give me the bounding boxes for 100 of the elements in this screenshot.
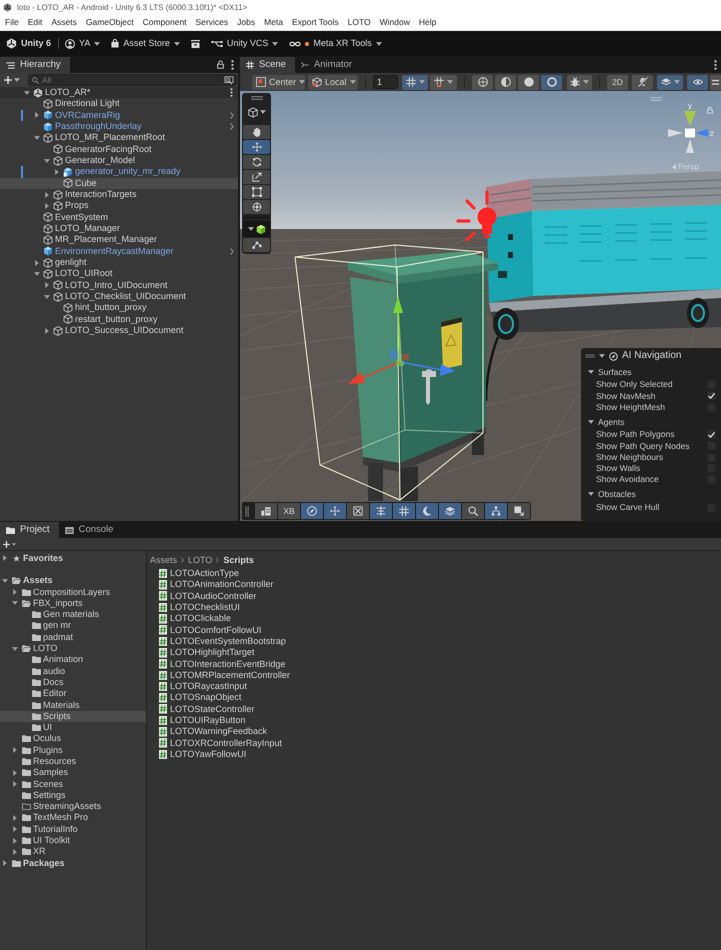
kebab-icon[interactable] [231,60,234,70]
breadcrumb-item[interactable]: LOTO [188,556,212,564]
folder-item[interactable]: Settings [0,790,146,802]
script-file[interactable]: LOTOAnimationController [159,579,274,591]
hierarchy-item[interactable]: InteractionTargets [0,188,238,200]
component-tools-dropdown[interactable] [243,221,270,237]
folder-item[interactable]: UI Toolkit [0,834,146,846]
menu-item[interactable]: Window [380,18,410,27]
hierarchy-item[interactable]: MR_Placement_Manager [0,234,238,246]
script-file[interactable]: LOTOStateController [159,704,254,715]
visibility-toggle-button[interactable] [687,74,708,90]
script-file[interactable]: LOTOInteractionEventBridge [159,658,286,670]
menu-item[interactable]: Assets [51,18,77,27]
script-file[interactable]: LOTOSnapObject [159,692,242,704]
drag-handle-icon[interactable] [245,506,249,516]
rect-tool-button[interactable] [243,185,270,199]
folder-item[interactable]: gen mr [0,620,146,632]
account-dropdown[interactable]: YA [65,34,100,52]
hierarchy-item[interactable]: LOTO_UIRoot [0,268,238,280]
folder-item[interactable]: Editor [0,688,146,700]
overlay-tool-button[interactable] [324,503,346,519]
caret-right-icon[interactable] [45,202,49,209]
caret-down-icon[interactable] [34,272,40,276]
folder-item[interactable]: Scripts [0,710,146,722]
overlay-tool-button[interactable] [255,503,277,519]
script-file[interactable]: LOTOUIRayButton [159,714,246,726]
script-file[interactable]: LOTOMRPlacementController [159,670,290,681]
menu-item[interactable]: Component [142,18,187,27]
script-file[interactable]: LOTOEventSystemBootstrap [159,636,286,648]
folder-item[interactable]: Plugins [0,744,146,756]
hierarchy-item[interactable]: OVRCameraRig [0,110,238,121]
move-gizmo[interactable] [348,296,455,384]
breadcrumb-item[interactable]: Scripts [223,556,254,564]
caret-down-icon[interactable] [44,158,50,163]
hierarchy-item[interactable]: Cube [0,178,238,189]
effects-dropdown[interactable] [657,74,683,90]
section-foldout[interactable]: Obstacles [585,487,717,502]
add-button[interactable] [4,76,20,84]
caret-right-icon[interactable] [35,112,39,118]
pivot-dropdown[interactable]: Center [252,74,305,90]
checkbox[interactable] [707,430,716,440]
product-button[interactable]: Unity 6 [6,34,52,52]
grid-snap-button[interactable] [402,74,428,90]
folder-item[interactable]: Packages [0,858,146,869]
drag-handle-icon[interactable] [650,97,662,101]
caret-down-icon[interactable] [2,578,8,583]
hierarchy-item[interactable]: GeneratorFacingRoot [0,144,238,155]
caret-right-icon[interactable] [45,328,49,334]
folder-item[interactable]: Gen materials [0,608,146,620]
space-dropdown[interactable]: Local [308,74,358,90]
menu-item[interactable]: Help [418,18,436,27]
hierarchy-item[interactable]: PassthroughUnderlay [0,120,238,132]
folder-item[interactable]: Oculus [0,733,146,745]
path-tool-button[interactable] [243,238,270,252]
hand-tool-button[interactable] [243,125,270,139]
overlay-tool-button[interactable] [393,503,415,519]
caret-down-icon[interactable] [599,354,605,358]
xr-tools-dropdown[interactable]: Meta XR Tools [289,34,382,52]
overlay-tool-button[interactable] [439,503,461,519]
overlay-tool-button[interactable] [462,503,484,519]
caret-right-icon[interactable] [3,555,7,562]
hierarchy-item[interactable]: LOTO_MR_PlacementRoot [0,132,238,144]
caret-right-icon[interactable] [35,260,39,266]
section-foldout[interactable]: Surfaces [585,365,717,379]
script-file[interactable]: LOTOClickable [159,613,231,624]
script-file[interactable]: LOTOXRControllerRayInput [159,737,282,749]
2d-toggle-button[interactable]: 2D [607,74,628,90]
folder-item[interactable]: Assets [0,575,146,586]
menu-item[interactable]: Services [196,18,228,27]
script-file[interactable]: LOTOActionType [159,568,239,580]
script-file[interactable]: LOTOChecklistUI [159,602,240,614]
overlay-tool-button[interactable] [370,503,392,519]
folder-item[interactable]: TextMesh Pro [0,812,146,824]
overlay-tool-button[interactable] [301,503,323,519]
menu-item[interactable]: LOTO [348,18,371,27]
folder-item[interactable]: TutorialInfo [0,824,146,835]
folder-item[interactable]: Animation [0,654,146,666]
gizmos-dropdown[interactable] [567,74,592,90]
caret-right-icon[interactable] [13,589,17,596]
caret-right-icon[interactable] [55,168,59,175]
caret-right-icon[interactable] [13,770,17,776]
script-file[interactable]: LOTOYawFollowUI [159,748,246,760]
overlay-tool-button[interactable] [508,503,530,519]
drag-handle-icon[interactable] [250,96,262,100]
hierarchy-item[interactable]: LOTO_Success_UIDocument [0,324,238,336]
breadcrumb-item[interactable]: Assets [150,556,178,564]
caret-down-icon[interactable] [44,294,50,299]
kebab-icon[interactable] [714,60,717,70]
chevron-icon[interactable] [230,248,234,255]
hierarchy-item[interactable]: EventSystem [0,212,238,223]
folder-item[interactable]: Favorites [0,552,146,564]
folder-item[interactable]: Materials [0,699,146,711]
drag-handle-icon[interactable] [585,354,595,358]
script-file[interactable]: LOTORaycastInput [159,680,247,692]
checkbox[interactable] [707,391,716,400]
section-foldout[interactable]: Agents [585,414,717,429]
caret-down-icon[interactable] [34,136,40,140]
tab[interactable]: Animator [294,57,361,73]
scale-tool-button[interactable] [243,170,270,184]
lock-icon[interactable] [217,60,224,69]
